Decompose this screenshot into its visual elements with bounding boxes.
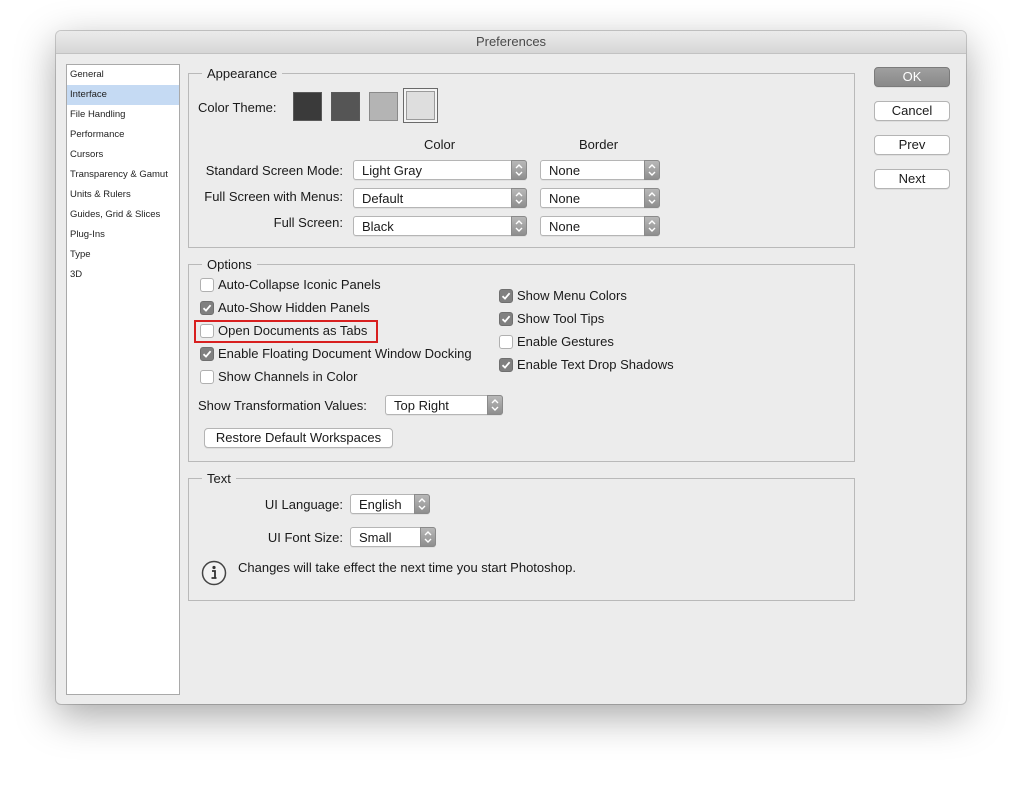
full-screen-menus-color-select[interactable]: Default — [353, 188, 527, 208]
auto-show-hidden-label: Auto-Show Hidden Panels — [218, 300, 370, 315]
chevron-updown-icon — [420, 527, 436, 547]
sidebar-item-units-rulers[interactable]: Units & Rulers — [67, 185, 179, 205]
gestures-checkbox[interactable] — [499, 335, 513, 349]
theme-swatch-dark[interactable] — [331, 92, 360, 121]
info-icon — [201, 560, 227, 586]
color-column-header: Color — [424, 137, 456, 152]
standard-screen-border-select[interactable]: None — [540, 160, 660, 180]
ui-font-size-label: UI Font Size: — [267, 530, 343, 545]
full-screen-label: Full Screen: — [273, 215, 343, 230]
auto-collapse-checkbox[interactable] — [200, 278, 214, 292]
auto-collapse-label: Auto-Collapse Iconic Panels — [218, 277, 381, 292]
select-value: None — [549, 219, 581, 234]
text-drop-shadows-label: Enable Text Drop Shadows — [517, 357, 674, 372]
menu-colors-label: Show Menu Colors — [517, 288, 627, 303]
select-value: English — [359, 497, 402, 512]
theme-swatch-darkest[interactable] — [293, 92, 322, 121]
sidebar-item-transparency-gamut[interactable]: Transparency & Gamut — [67, 165, 179, 185]
highlight-annotation-box — [194, 320, 378, 343]
preferences-sidebar: General Interface File Handling Performa… — [66, 64, 180, 695]
ui-font-size-select[interactable]: Small — [350, 527, 436, 547]
sidebar-item-guides-grid-slices[interactable]: Guides, Grid & Slices — [67, 205, 179, 225]
chevron-updown-icon — [644, 188, 660, 208]
auto-show-hidden-checkbox[interactable] — [200, 301, 214, 315]
transform-values-select[interactable]: Top Right — [385, 395, 503, 415]
full-screen-menus-label: Full Screen with Menus: — [204, 189, 343, 204]
select-value: Black — [362, 219, 394, 234]
select-value: None — [549, 163, 581, 178]
floating-docking-label: Enable Floating Document Window Docking — [218, 346, 472, 361]
ui-language-label: UI Language: — [264, 497, 343, 512]
transform-values-label: Show Transformation Values: — [198, 398, 367, 413]
cancel-button[interactable]: Cancel — [874, 101, 950, 121]
window-title: Preferences — [56, 31, 966, 54]
sidebar-item-cursors[interactable]: Cursors — [67, 145, 179, 165]
restart-notice-text: Changes will take effect the next time y… — [238, 560, 576, 575]
select-value: Default — [362, 191, 404, 206]
channels-color-checkbox[interactable] — [200, 370, 214, 384]
chevron-updown-icon — [644, 216, 660, 236]
tool-tips-checkbox[interactable] — [499, 312, 513, 326]
theme-swatch-lightest[interactable] — [406, 91, 435, 120]
chevron-updown-icon — [644, 160, 660, 180]
chevron-updown-icon — [487, 395, 503, 415]
theme-swatch-light[interactable] — [369, 92, 398, 121]
chevron-updown-icon — [511, 160, 527, 180]
sidebar-item-3d[interactable]: 3D — [67, 265, 179, 285]
select-value: Light Gray — [362, 163, 422, 178]
full-screen-border-select[interactable]: None — [540, 216, 660, 236]
next-button[interactable]: Next — [874, 169, 950, 189]
sidebar-item-general[interactable]: General — [67, 65, 179, 85]
full-screen-menus-border-select[interactable]: None — [540, 188, 660, 208]
menu-colors-checkbox[interactable] — [499, 289, 513, 303]
select-value: Top Right — [394, 398, 449, 413]
sidebar-item-type[interactable]: Type — [67, 245, 179, 265]
sidebar-item-plug-ins[interactable]: Plug-Ins — [67, 225, 179, 245]
select-value: None — [549, 191, 581, 206]
tool-tips-label: Show Tool Tips — [517, 311, 605, 326]
chevron-updown-icon — [414, 494, 430, 514]
gestures-label: Enable Gestures — [517, 334, 614, 349]
standard-screen-mode-label: Standard Screen Mode: — [205, 163, 343, 178]
standard-screen-color-select[interactable]: Light Gray — [353, 160, 527, 180]
ui-language-select[interactable]: English — [350, 494, 430, 514]
text-drop-shadows-checkbox[interactable] — [499, 358, 513, 372]
sidebar-item-interface[interactable]: Interface — [67, 85, 179, 105]
chevron-updown-icon — [511, 188, 527, 208]
preferences-window: Preferences General Interface File Handl… — [56, 31, 966, 704]
appearance-legend: Appearance — [207, 66, 278, 81]
full-screen-color-select[interactable]: Black — [353, 216, 527, 236]
prev-button[interactable]: Prev — [874, 135, 950, 155]
border-column-header: Border — [579, 137, 619, 152]
color-theme-label: Color Theme: — [198, 100, 277, 115]
ok-button[interactable]: OK — [874, 67, 950, 87]
options-legend: Options — [207, 257, 252, 272]
floating-docking-checkbox[interactable] — [200, 347, 214, 361]
select-value: Small — [359, 530, 392, 545]
text-legend: Text — [207, 471, 231, 486]
sidebar-item-file-handling[interactable]: File Handling — [67, 105, 179, 125]
restore-default-workspaces-button[interactable]: Restore Default Workspaces — [204, 428, 393, 448]
channels-color-label: Show Channels in Color — [218, 369, 358, 384]
chevron-updown-icon — [511, 216, 527, 236]
sidebar-item-performance[interactable]: Performance — [67, 125, 179, 145]
